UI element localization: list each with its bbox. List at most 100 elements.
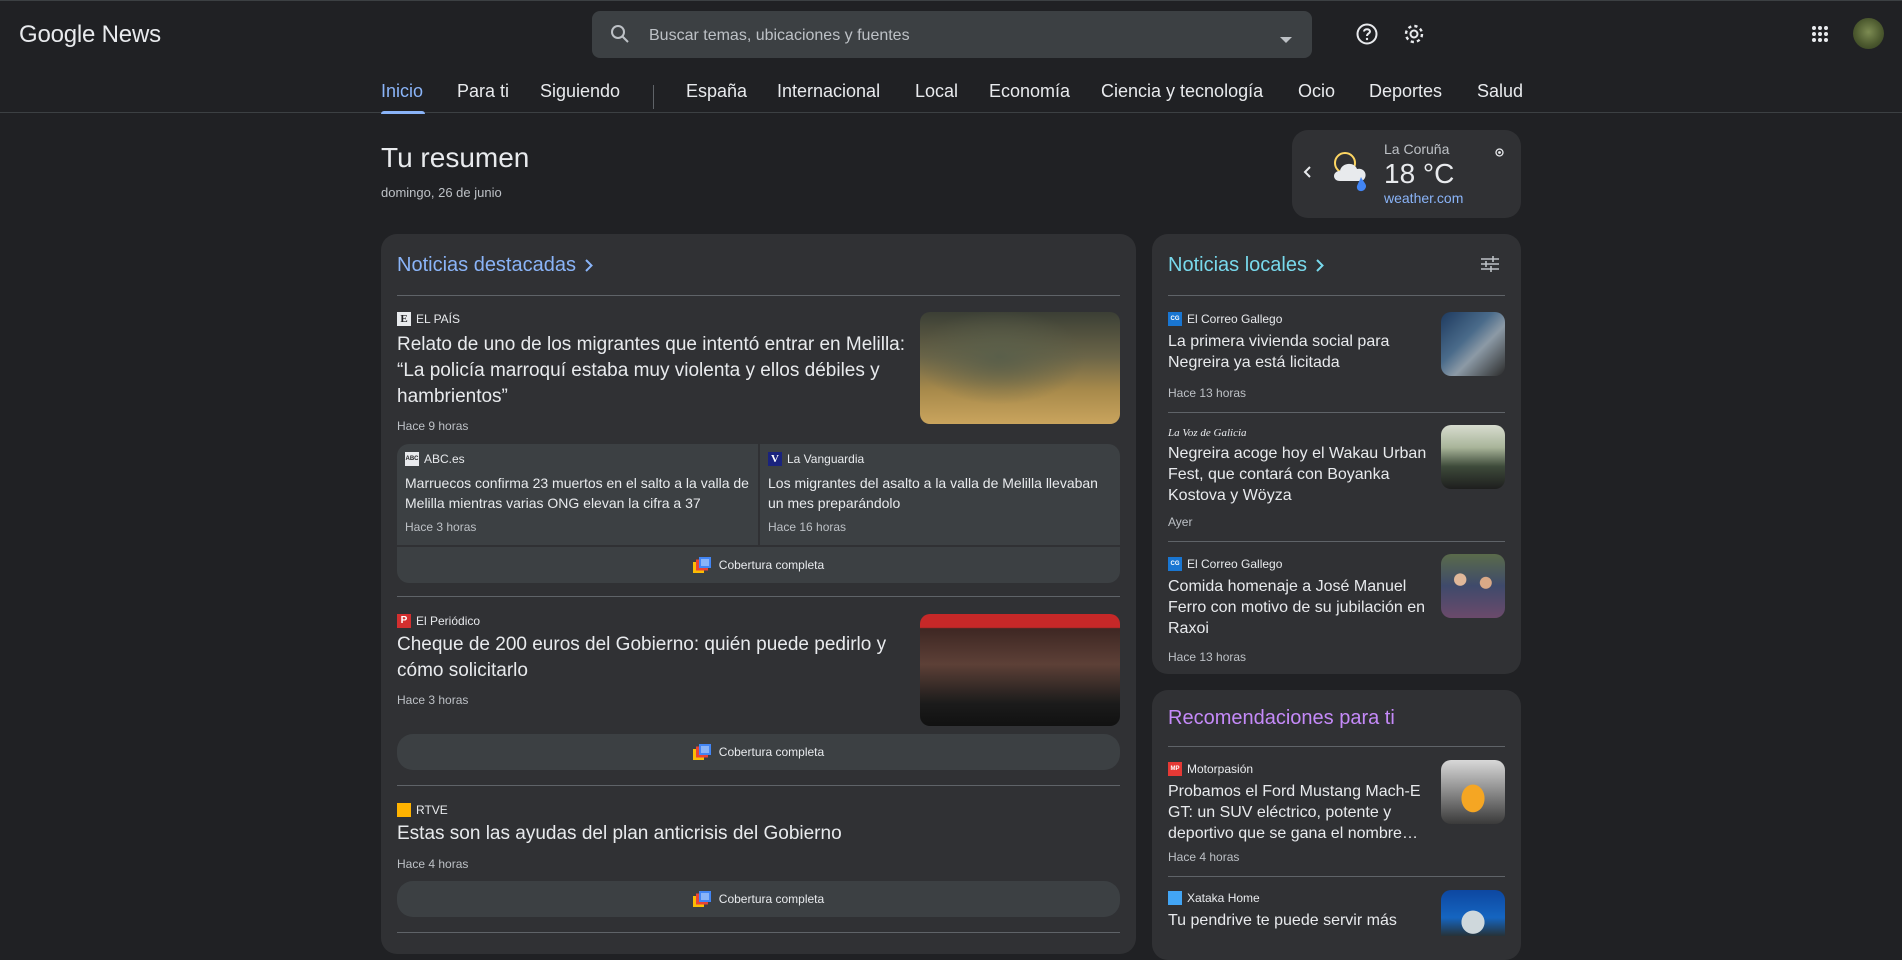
related-time: Hace 3 horas (405, 520, 477, 534)
tune-icon[interactable] (1481, 256, 1499, 277)
tab-economia[interactable]: Economía (989, 81, 1070, 102)
related-title[interactable]: Marruecos confirma 23 muertos en el salt… (405, 473, 750, 513)
rec-source: Motorpasión (1187, 762, 1254, 776)
app-logo[interactable]: Google News (19, 21, 161, 49)
full-coverage-label: Cobertura completa (718, 745, 825, 759)
chevron-right-icon (1316, 259, 1324, 272)
local-source: El Correo Gallego (1187, 312, 1283, 326)
local-time: Hace 13 horas (1168, 650, 1247, 664)
source-label[interactable]: P El Periódico (397, 614, 480, 628)
chevron-left-icon[interactable] (1303, 165, 1311, 183)
settings-icon[interactable] (1397, 17, 1431, 51)
divider (397, 596, 1120, 597)
local-image[interactable] (1441, 554, 1505, 618)
local-news-heading[interactable]: Noticias locales (1168, 254, 1324, 277)
local-headline[interactable]: Comida homenaje a José Manuel Ferro con … (1168, 576, 1438, 639)
related-story[interactable]: ABC ABC.es Marruecos confirma 23 muertos… (397, 444, 758, 545)
divider (397, 932, 1120, 933)
source-label[interactable]: ABC ABC.es (405, 452, 465, 466)
full-coverage-label: Cobertura completa (718, 892, 825, 906)
related-source: La Vanguardia (787, 452, 865, 466)
story-headline[interactable]: Cheque de 200 euros del Gobierno: quién … (397, 632, 907, 684)
source-label[interactable]: V La Vanguardia (768, 452, 864, 466)
avatar[interactable] (1853, 18, 1884, 49)
search-input[interactable] (647, 11, 1251, 60)
rec-image[interactable] (1441, 890, 1505, 936)
la-vanguardia-logo: V (768, 452, 782, 466)
rec-headline[interactable]: Tu pendrive te puede servir más (1168, 910, 1438, 931)
tab-deportes[interactable]: Deportes (1369, 81, 1442, 102)
tab-para-ti[interactable]: Para ti (457, 81, 509, 102)
divider (397, 785, 1120, 786)
story-image[interactable] (920, 312, 1120, 424)
page-date: domingo, 26 de junio (381, 185, 502, 200)
top-stories-card: Noticias destacadas E EL PAÍS Relato de … (381, 234, 1136, 954)
local-headline[interactable]: Negreira acoge hoy el Wakau Urban Fest, … (1168, 443, 1438, 506)
source-label[interactable]: CG El Correo Gallego (1168, 312, 1282, 326)
full-coverage-button[interactable]: Cobertura completa (397, 547, 1120, 583)
source-label[interactable]: MP Motorpasión (1168, 762, 1253, 776)
source-label[interactable]: RTVE (397, 803, 448, 817)
rec-headline[interactable]: Probamos el Ford Mustang Mach-E GT: un S… (1168, 781, 1438, 844)
chevron-down-icon[interactable] (1280, 31, 1292, 49)
local-time: Hace 13 horas (1168, 386, 1247, 400)
tab-espana[interactable]: España (686, 81, 747, 102)
weather-source-link[interactable]: weather.com (1384, 190, 1463, 206)
tab-ocio[interactable]: Ocio (1298, 81, 1335, 102)
rec-time: Hace 4 horas (1168, 850, 1240, 864)
rtve-logo (397, 803, 411, 817)
local-headline[interactable]: La primera vivienda social para Negreira… (1168, 331, 1438, 373)
local-news-card: Noticias locales CG El Correo Gallego La… (1152, 234, 1521, 674)
related-title[interactable]: Los migrantes del asalto a la valla de M… (768, 473, 1113, 513)
local-source: La Voz de Galicia (1168, 427, 1247, 439)
full-coverage-button[interactable]: Cobertura completa (397, 881, 1120, 917)
top-bar: Google News Inicio Para ti Siguiendo Esp… (0, 0, 1902, 114)
tab-salud[interactable]: Salud (1477, 81, 1523, 102)
local-image[interactable] (1441, 425, 1505, 489)
apps-icon[interactable] (1803, 17, 1837, 51)
local-time: Ayer (1168, 515, 1193, 529)
related-source: ABC.es (424, 452, 465, 466)
source-label[interactable]: CG El Correo Gallego (1168, 557, 1282, 571)
nav-divider (653, 85, 654, 109)
story-image[interactable] (920, 614, 1120, 726)
local-source: El Correo Gallego (1187, 557, 1283, 571)
divider (1168, 295, 1505, 296)
tab-local[interactable]: Local (915, 81, 958, 102)
recommendations-card: Recomendaciones para ti MP Motorpasión P… (1152, 690, 1521, 960)
tab-inicio[interactable]: Inicio (381, 81, 423, 102)
top-stories-heading-label: Noticias destacadas (397, 254, 576, 276)
abc-logo: ABC (405, 452, 419, 466)
source-label[interactable]: Xataka Home (1168, 891, 1260, 905)
related-time: Hace 16 horas (768, 520, 847, 534)
local-image[interactable] (1441, 312, 1505, 376)
source-label[interactable]: La Voz de Galicia (1168, 427, 1247, 439)
story-headline[interactable]: Relato de uno de los migrantes que inten… (397, 332, 907, 410)
top-stories-heading[interactable]: Noticias destacadas (397, 254, 593, 277)
rec-image[interactable] (1441, 760, 1505, 824)
help-icon[interactable] (1350, 17, 1384, 51)
recommendations-heading[interactable]: Recomendaciones para ti (1168, 707, 1395, 730)
weather-city: La Coruña (1384, 141, 1450, 157)
story-headline[interactable]: Estas son las ayudas del plan anticrisis… (397, 821, 997, 847)
divider (1168, 876, 1505, 877)
weather-widget[interactable]: La Coruña 18 °C weather.com (1292, 130, 1521, 218)
search-box[interactable] (592, 11, 1312, 60)
partly-cloudy-rain-icon (1328, 147, 1378, 202)
rec-source: Xataka Home (1187, 891, 1260, 905)
local-news-heading-label: Noticias locales (1168, 254, 1307, 276)
el-correo-gallego-logo: CG (1168, 557, 1182, 571)
divider (1168, 412, 1505, 413)
location-icon[interactable] (1494, 145, 1505, 163)
story-source: RTVE (416, 803, 448, 817)
tab-internacional[interactable]: Internacional (777, 81, 880, 102)
source-label[interactable]: E EL PAÍS (397, 312, 460, 326)
related-story[interactable]: V La Vanguardia Los migrantes del asalto… (760, 444, 1120, 545)
tab-ciencia-tecnologia[interactable]: Ciencia y tecnología (1101, 81, 1263, 102)
search-icon[interactable] (610, 24, 630, 49)
divider (1168, 746, 1505, 747)
xataka-home-logo (1168, 891, 1182, 905)
story-source: El Periódico (416, 614, 481, 628)
tab-siguiendo[interactable]: Siguiendo (540, 81, 620, 102)
full-coverage-button[interactable]: Cobertura completa (397, 734, 1120, 770)
